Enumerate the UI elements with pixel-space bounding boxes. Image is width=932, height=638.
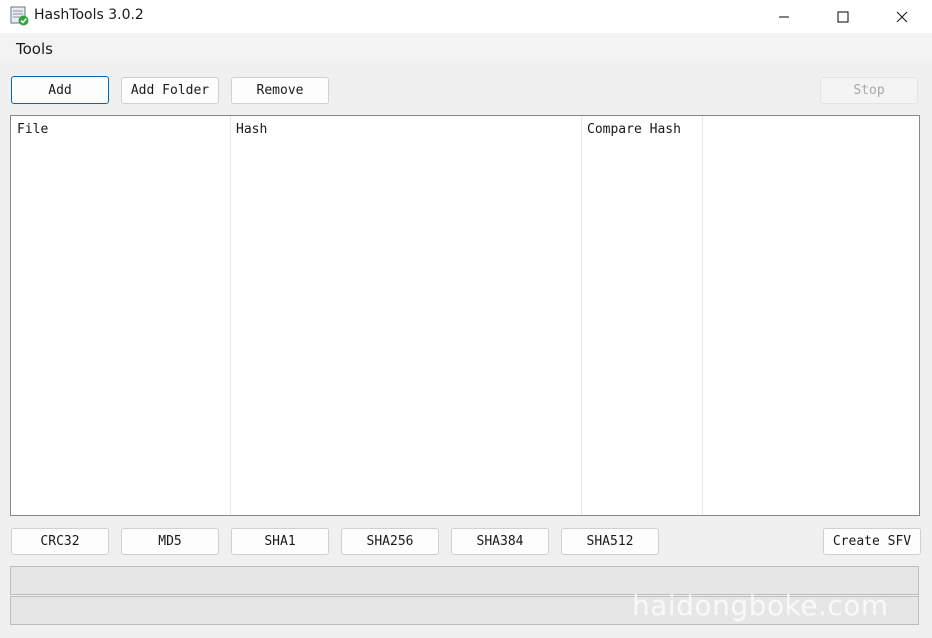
maximize-button[interactable] xyxy=(820,0,866,33)
minimize-button[interactable] xyxy=(761,0,807,33)
sha1-button[interactable]: SHA1 xyxy=(231,528,329,555)
md5-button[interactable]: MD5 xyxy=(121,528,219,555)
remove-button[interactable]: Remove xyxy=(231,77,329,104)
sha256-button[interactable]: SHA256 xyxy=(341,528,439,555)
sha384-button[interactable]: SHA384 xyxy=(451,528,549,555)
column-header-hash[interactable]: Hash xyxy=(236,122,267,137)
crc32-button[interactable]: CRC32 xyxy=(11,528,109,555)
column-divider xyxy=(230,116,231,515)
column-header-file[interactable]: File xyxy=(17,122,48,137)
window-title: HashTools 3.0.2 xyxy=(34,7,144,23)
title-bar: HashTools 3.0.2 xyxy=(0,0,932,33)
column-divider xyxy=(581,116,582,515)
sha512-button[interactable]: SHA512 xyxy=(561,528,659,555)
column-header-compare-hash[interactable]: Compare Hash xyxy=(587,122,681,137)
menu-bar: Tools xyxy=(0,33,932,63)
watermark-text: haidongboke.com xyxy=(632,589,889,622)
minimize-icon xyxy=(779,15,789,18)
maximize-icon xyxy=(837,10,849,23)
close-button[interactable] xyxy=(879,0,925,33)
close-icon xyxy=(896,11,908,22)
stop-button[interactable]: Stop xyxy=(820,77,918,104)
add-folder-button[interactable]: Add Folder xyxy=(121,77,219,104)
hashtools-app-icon xyxy=(10,6,29,26)
column-divider xyxy=(702,116,703,515)
file-list[interactable]: File Hash Compare Hash xyxy=(10,115,920,516)
menu-tools[interactable]: Tools xyxy=(16,40,53,58)
add-button[interactable]: Add xyxy=(11,76,109,104)
create-sfv-button[interactable]: Create SFV xyxy=(823,528,921,555)
